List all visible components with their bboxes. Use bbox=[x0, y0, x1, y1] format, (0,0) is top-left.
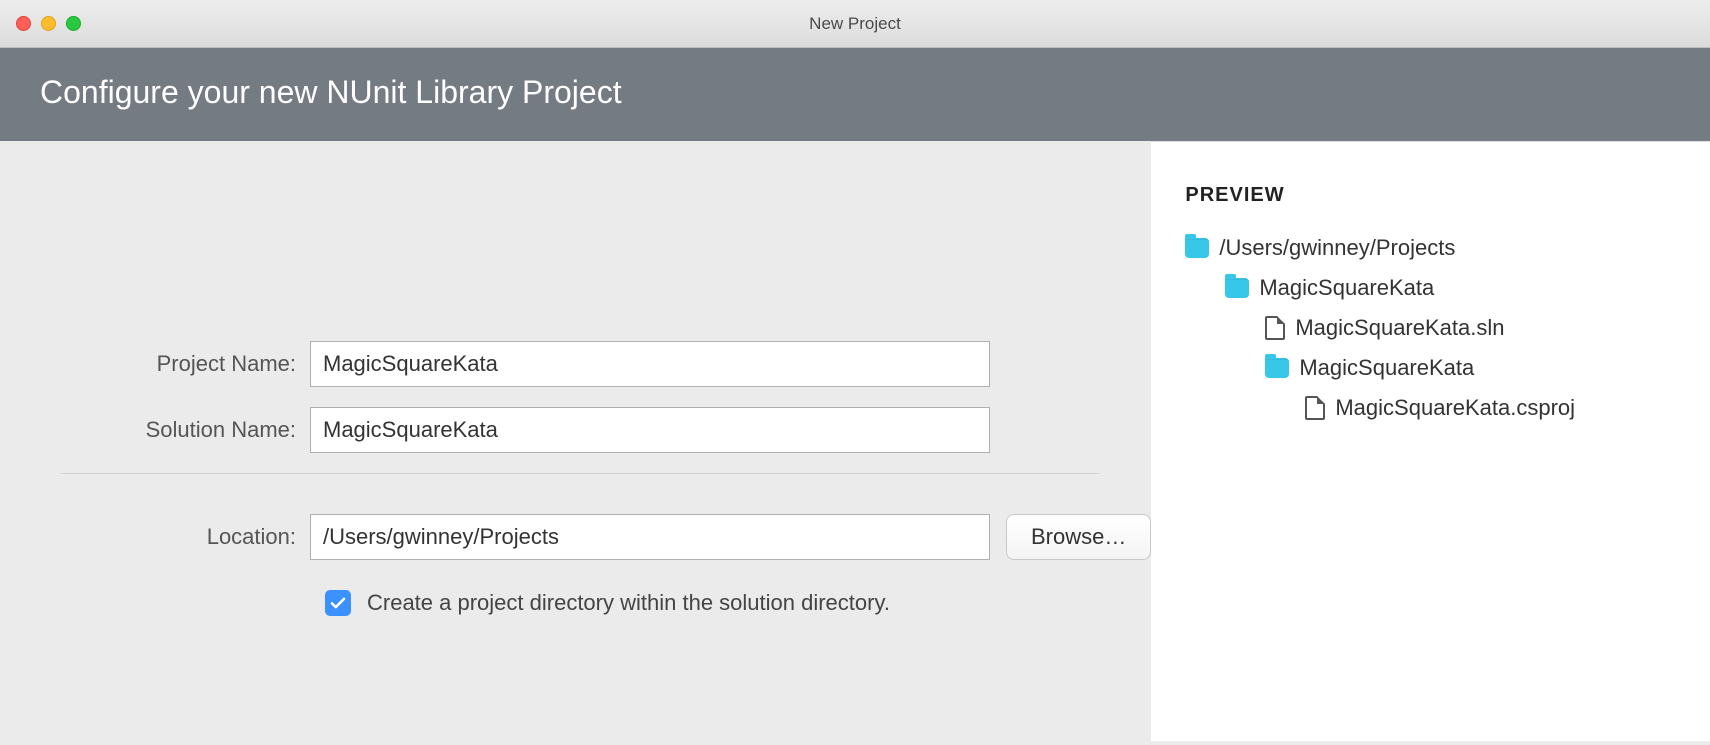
tree-label: MagicSquareKata.csproj bbox=[1335, 395, 1575, 421]
file-icon bbox=[1265, 316, 1285, 340]
tree-label: /Users/gwinney/Projects bbox=[1219, 235, 1455, 261]
solution-name-input[interactable] bbox=[310, 407, 990, 453]
minimize-window-button[interactable] bbox=[41, 16, 56, 31]
preview-pane: PREVIEW /Users/gwinney/Projects MagicSqu… bbox=[1151, 141, 1710, 741]
solution-name-label: Solution Name: bbox=[0, 417, 310, 443]
create-directory-label: Create a project directory within the so… bbox=[367, 590, 890, 616]
tree-label: MagicSquareKata bbox=[1299, 355, 1474, 381]
close-window-button[interactable] bbox=[16, 16, 31, 31]
location-input[interactable] bbox=[310, 514, 990, 560]
folder-icon bbox=[1265, 358, 1289, 378]
window-controls bbox=[16, 16, 81, 31]
folder-icon bbox=[1225, 278, 1249, 298]
checkmark-icon bbox=[329, 594, 347, 612]
page-title: Configure your new NUnit Library Project bbox=[40, 74, 622, 110]
browse-button[interactable]: Browse… bbox=[1006, 514, 1151, 560]
page-header: Configure your new NUnit Library Project bbox=[0, 48, 1710, 141]
project-name-label: Project Name: bbox=[0, 351, 310, 377]
create-directory-checkbox[interactable] bbox=[325, 590, 351, 616]
form-pane: Project Name: Solution Name: Location: B… bbox=[0, 141, 1151, 741]
separator bbox=[60, 473, 1100, 474]
tree-file-csproj: MagicSquareKata.csproj bbox=[1185, 395, 1710, 421]
folder-icon bbox=[1185, 238, 1209, 258]
tree-folder-solution: MagicSquareKata bbox=[1185, 275, 1710, 301]
tree-label: MagicSquareKata.sln bbox=[1295, 315, 1504, 341]
window-title: New Project bbox=[0, 14, 1710, 34]
preview-title: PREVIEW bbox=[1185, 184, 1710, 207]
tree-folder-root: /Users/gwinney/Projects bbox=[1185, 235, 1710, 261]
tree-folder-project: MagicSquareKata bbox=[1185, 355, 1710, 381]
tree-label: MagicSquareKata bbox=[1259, 275, 1434, 301]
titlebar: New Project bbox=[0, 0, 1710, 48]
file-icon bbox=[1305, 396, 1325, 420]
project-name-input[interactable] bbox=[310, 341, 990, 387]
tree-file-sln: MagicSquareKata.sln bbox=[1185, 315, 1710, 341]
location-label: Location: bbox=[0, 524, 310, 550]
zoom-window-button[interactable] bbox=[66, 16, 81, 31]
